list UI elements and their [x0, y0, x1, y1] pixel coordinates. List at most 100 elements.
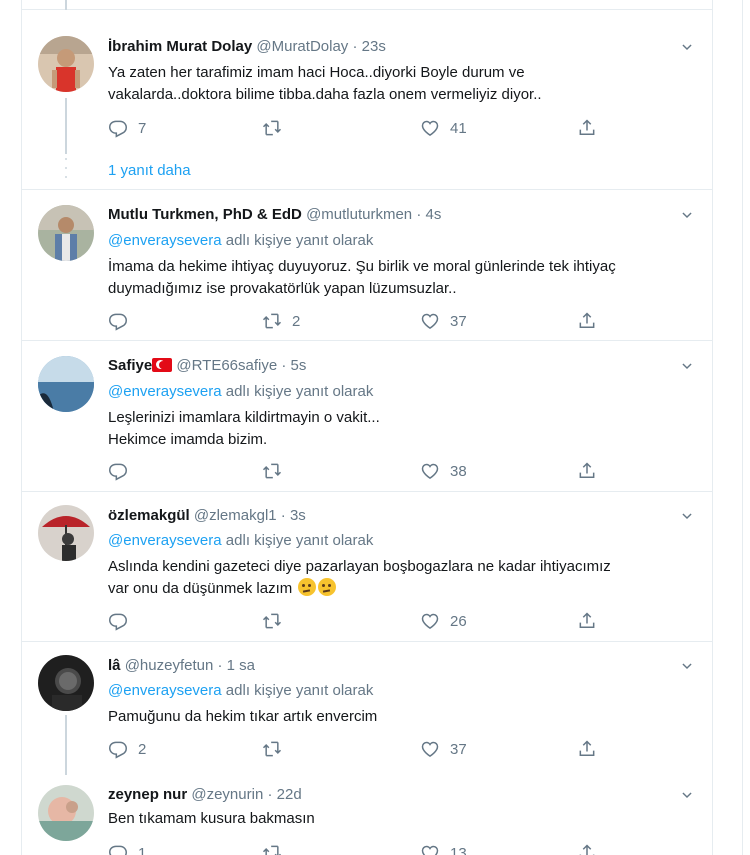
share-icon	[577, 843, 597, 855]
reply-button[interactable]	[108, 611, 138, 631]
user-handle[interactable]: @zlemakgl1	[194, 507, 277, 524]
replied-user-link[interactable]: @enveraysevera	[108, 383, 222, 400]
user-handle[interactable]: @zeynurin	[191, 786, 263, 803]
tweet[interactable]: lâ @huzeyfetun · 1 sa @enveraysevera adl…	[22, 643, 712, 775]
timestamp[interactable]: 5s	[291, 357, 307, 374]
tweet[interactable]: zeynep nur @zeynurin · 22d Ben tıkamam k…	[22, 773, 712, 855]
like-button[interactable]: 37	[420, 739, 467, 759]
timestamp[interactable]: 4s	[426, 206, 442, 223]
chevron-down-icon[interactable]	[680, 509, 694, 523]
retweet-button[interactable]	[262, 461, 292, 481]
tweet-text: Pamuğunu da hekim tıkar artık envercim	[108, 706, 698, 728]
avatar[interactable]	[38, 505, 94, 561]
reply-button[interactable]: 1	[108, 843, 146, 855]
retweet-button[interactable]: 2	[262, 311, 300, 331]
timestamp[interactable]: 23s	[362, 38, 386, 55]
user-handle[interactable]: @MuratDolay	[256, 38, 348, 55]
like-count: 37	[450, 312, 467, 330]
tweet-text: Leşlerinizi imamlara kildirtmayin o vaki…	[108, 407, 698, 451]
chevron-down-icon[interactable]	[680, 40, 694, 54]
tweet[interactable]: İbrahim Murat Dolay @MuratDolay · 23s Ya…	[22, 28, 712, 190]
tweet[interactable]: özlemakgül @zlemakgl1 · 3s @enveraysever…	[22, 493, 712, 642]
like-icon	[420, 843, 440, 855]
like-count: 26	[450, 612, 467, 630]
reply-button[interactable]	[108, 311, 138, 331]
tweet-text-line: İmama da hekime ihtiyaç duyuyoruz. Şu bi…	[108, 258, 616, 275]
share-button[interactable]	[577, 311, 597, 331]
tweet-actions: 26	[108, 611, 608, 631]
tweet[interactable]: Mutlu Turkmen, PhD & EdD @mutluturkmen ·…	[22, 191, 712, 341]
reply-button[interactable]: 2	[108, 739, 146, 759]
display-name[interactable]: Safiye	[108, 357, 152, 374]
chevron-down-icon[interactable]	[680, 208, 694, 222]
timestamp[interactable]: 1 sa	[227, 657, 255, 674]
like-button[interactable]: 41	[420, 118, 467, 138]
tweet-actions: 2 37	[108, 311, 608, 331]
separator-dot: ·	[267, 786, 273, 803]
reply-context-text: adlı kişiye yanıt olarak	[225, 232, 374, 249]
retweet-icon	[262, 611, 282, 631]
replied-user-link[interactable]: @enveraysevera	[108, 232, 222, 249]
reply-button[interactable]: 7	[108, 118, 146, 138]
tweet[interactable]: Safiye @RTE66safiye · 5s @enveraysevera …	[22, 342, 712, 492]
share-icon	[577, 461, 597, 481]
share-icon	[577, 118, 597, 138]
chevron-down-icon[interactable]	[680, 788, 694, 802]
avatar[interactable]	[38, 655, 94, 711]
reply-icon	[108, 739, 128, 759]
timestamp[interactable]: 22d	[277, 786, 302, 803]
share-button[interactable]	[577, 611, 597, 631]
tweet-text: Aslında kendini gazeteci diye pazarlayan…	[108, 556, 698, 600]
display-name[interactable]: zeynep nur	[108, 786, 187, 803]
display-name[interactable]: Mutlu Turkmen, PhD & EdD	[108, 206, 302, 223]
user-handle[interactable]: @mutluturkmen	[306, 206, 412, 223]
like-button[interactable]: 38	[420, 461, 467, 481]
reply-count: 1	[138, 844, 147, 855]
separator-dot: ·	[281, 357, 287, 374]
turkish-flag-icon	[152, 358, 173, 372]
display-name[interactable]: lâ	[108, 657, 121, 674]
replied-user-link[interactable]: @enveraysevera	[108, 532, 222, 549]
display-name[interactable]: İbrahim Murat Dolay	[108, 38, 252, 55]
like-button[interactable]: 26	[420, 611, 467, 631]
share-button[interactable]	[577, 461, 597, 481]
like-count: 38	[450, 462, 467, 480]
reply-icon	[108, 311, 128, 331]
display-name[interactable]: özlemakgül	[108, 507, 190, 524]
avatar[interactable]	[38, 356, 94, 412]
chevron-down-icon[interactable]	[680, 359, 694, 373]
tweet-text: İmama da hekime ihtiyaç duyuyoruz. Şu bi…	[108, 256, 698, 300]
separator-dot: ·	[217, 657, 223, 674]
tweet-actions: 38	[108, 461, 608, 481]
retweet-button[interactable]	[262, 611, 292, 631]
reply-icon	[108, 461, 128, 481]
avatar[interactable]	[38, 785, 94, 841]
user-handle[interactable]: @RTE66safiye	[176, 357, 277, 374]
replied-user-link[interactable]: @enveraysevera	[108, 682, 222, 699]
reply-button[interactable]	[108, 461, 138, 481]
timestamp[interactable]: 3s	[290, 507, 306, 524]
separator-dot: ·	[352, 38, 358, 55]
thread-line	[65, 98, 67, 154]
retweet-icon	[262, 118, 282, 138]
reply-count: 2	[138, 740, 147, 758]
tweet-header: özlemakgül @zlemakgl1 · 3s	[108, 507, 306, 524]
retweet-button[interactable]	[262, 118, 292, 138]
retweet-button[interactable]	[262, 739, 292, 759]
show-more-replies-link[interactable]: 1 yanıt daha	[108, 162, 191, 179]
share-button[interactable]	[577, 739, 597, 759]
retweet-button[interactable]	[262, 843, 292, 855]
chevron-down-icon[interactable]	[680, 659, 694, 673]
separator-dot: ·	[416, 206, 422, 223]
user-handle[interactable]: @huzeyfetun	[125, 657, 214, 674]
avatar[interactable]	[38, 205, 94, 261]
share-button[interactable]	[577, 118, 597, 138]
avatar[interactable]	[38, 36, 94, 92]
like-button[interactable]: 13	[420, 843, 467, 855]
share-button[interactable]	[577, 843, 597, 855]
like-button[interactable]: 37	[420, 311, 467, 331]
tweet-text-line: Aslında kendini gazeteci diye pazarlayan…	[108, 558, 611, 575]
reply-context: @enveraysevera adlı kişiye yanıt olarak	[108, 532, 373, 549]
tweet-actions: 2 37	[108, 739, 608, 759]
share-icon	[577, 611, 597, 631]
